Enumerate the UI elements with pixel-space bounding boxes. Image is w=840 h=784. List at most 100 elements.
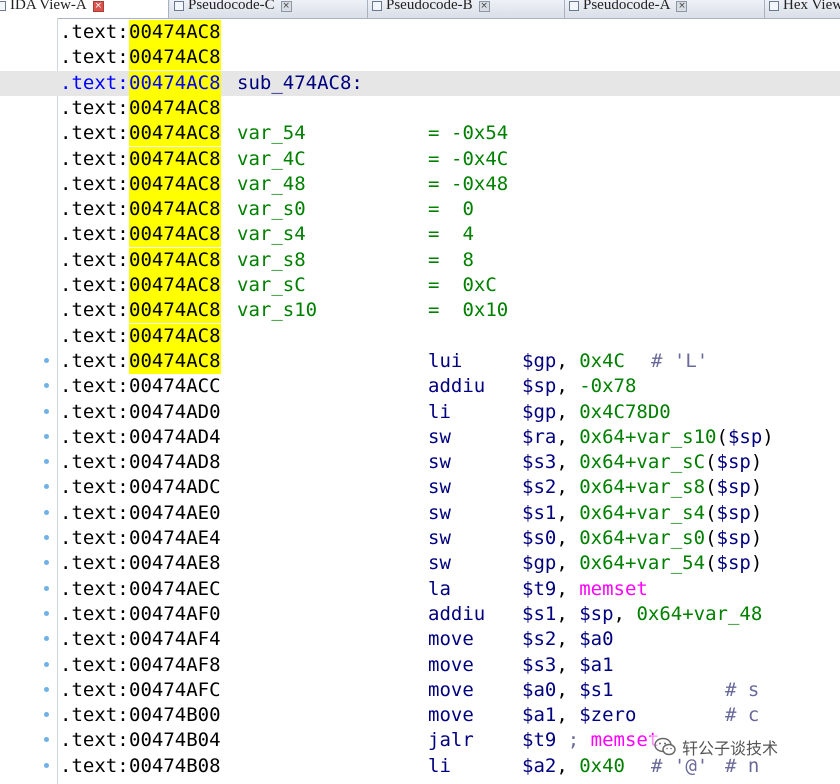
operand-punctuation[interactable]: ; xyxy=(556,729,590,751)
register-operand[interactable]: $s2 xyxy=(522,476,556,498)
address[interactable]: 00474AF0 xyxy=(129,602,221,627)
instruction-operands[interactable]: $s1, $sp, 0x64+var_48 xyxy=(522,602,762,627)
breakpoint-dot-icon[interactable] xyxy=(44,661,49,667)
listing-line[interactable]: .text: 00474AC8 var_54 = -0x54 xyxy=(0,121,840,147)
address[interactable]: 00474AC8 xyxy=(129,20,221,45)
instruction-operands[interactable]: $t9 ; memset xyxy=(522,728,659,753)
register-operand[interactable]: $sp xyxy=(717,476,751,498)
stack-var-name[interactable]: var_sC xyxy=(237,273,306,298)
instruction-operands[interactable]: $sp, -0x78 xyxy=(522,374,636,399)
stack-var-name[interactable]: var_4C xyxy=(237,147,306,172)
address[interactable]: 00474AF4 xyxy=(129,627,221,652)
instruction-mnemonic[interactable]: sw xyxy=(428,551,451,576)
register-operand[interactable]: $s3 xyxy=(522,451,556,473)
stack-var-name[interactable]: var_s10 xyxy=(237,298,317,323)
instruction-operands[interactable]: $ra, 0x64+var_s10($sp) xyxy=(522,425,774,450)
listing-line[interactable]: .text: 00474AC8 sub_474AC8: xyxy=(0,70,840,96)
address[interactable]: 00474AC8 xyxy=(129,95,221,121)
register-operand[interactable]: $s0 xyxy=(522,527,556,549)
register-operand[interactable]: $s1 xyxy=(522,603,556,625)
instruction-operands[interactable]: $a1, $zero xyxy=(522,703,636,728)
register-operand[interactable]: $ra xyxy=(522,426,556,448)
listing-line[interactable]: .text: 00474AC8 var_s0 = 0 xyxy=(0,197,840,223)
register-operand[interactable]: $zero xyxy=(579,704,636,726)
address[interactable]: 00474B04 xyxy=(129,728,221,753)
register-operand[interactable]: $t9 xyxy=(522,729,556,751)
register-operand[interactable]: $s2 xyxy=(522,628,556,650)
immediate-operand[interactable]: 0x40 xyxy=(579,755,625,777)
instruction-operands[interactable]: $s3, 0x64+var_sC($sp) xyxy=(522,450,762,475)
instruction-operands[interactable]: $s2, 0x64+var_s8($sp) xyxy=(522,475,762,500)
instruction-mnemonic[interactable]: la xyxy=(428,577,451,602)
instruction-mnemonic[interactable]: sw xyxy=(428,425,451,450)
listing-line[interactable]: .text: 00474AF8 move $s3, $a1 xyxy=(0,653,840,678)
register-operand[interactable]: $gp xyxy=(522,552,556,574)
register-operand[interactable]: $s1 xyxy=(522,502,556,524)
tab-pseudocode-b[interactable]: Pseudocode-B × xyxy=(368,0,565,18)
address[interactable]: 00474AC8 xyxy=(129,45,221,71)
register-operand[interactable]: $gp xyxy=(522,350,556,372)
register-operand[interactable]: $a1 xyxy=(579,654,613,676)
register-operand[interactable]: $a2 xyxy=(522,755,556,777)
instruction-operands[interactable]: $s3, $a1 xyxy=(522,653,614,678)
instruction-operands[interactable]: $s2, $a0 xyxy=(522,627,614,652)
immediate-operand[interactable]: 0x64+var_s8 xyxy=(579,476,705,498)
instruction-operands[interactable]: $gp, 0x4C78D0 xyxy=(522,400,671,425)
address[interactable]: 00474AC8 xyxy=(129,298,221,324)
function-label[interactable]: sub_474AC8: xyxy=(237,71,363,96)
listing-line[interactable]: .text: 00474AE8 sw $gp, 0x64+var_54($sp) xyxy=(0,551,840,576)
stack-var-name[interactable]: var_54 xyxy=(237,121,306,146)
listing-line[interactable]: .text: 00474AEC la $t9, memset xyxy=(0,577,840,602)
address[interactable]: 00474AC8 xyxy=(129,247,221,273)
listing-line[interactable]: .text: 00474AF4 move $s2, $a0 xyxy=(0,627,840,652)
address[interactable]: 00474AC8 xyxy=(129,146,221,172)
listing-line[interactable]: .text: 00474AC8 var_s8 = 8 xyxy=(0,247,840,273)
register-operand[interactable]: $a1 xyxy=(522,704,556,726)
breakpoint-dot-icon[interactable] xyxy=(44,484,49,490)
address[interactable]: 00474AF8 xyxy=(129,653,221,678)
instruction-operands[interactable]: $a2, 0x40 xyxy=(522,754,625,779)
listing-line[interactable]: .text: 00474AD0 li $gp, 0x4C78D0 xyxy=(0,400,840,425)
address[interactable]: 00474AFC xyxy=(129,678,221,703)
listing-line[interactable]: .text: 00474AC8 var_s4 = 4 xyxy=(0,222,840,248)
address[interactable]: 00474AC8 xyxy=(129,121,221,147)
register-operand[interactable]: $sp xyxy=(717,527,751,549)
address[interactable]: 00474AC8 xyxy=(129,70,221,96)
instruction-operands[interactable]: $gp, 0x4C xyxy=(522,349,625,374)
address[interactable]: 00474AEC xyxy=(129,577,221,602)
instruction-mnemonic[interactable]: move xyxy=(428,627,474,652)
tab-close-icon[interactable]: × xyxy=(676,0,688,12)
listing-line[interactable]: .text: 00474AC8 xyxy=(0,95,840,121)
instruction-mnemonic[interactable]: move xyxy=(428,678,474,703)
register-operand[interactable]: $s1 xyxy=(579,679,613,701)
listing-line[interactable]: .text: 00474ACC addiu $sp, -0x78 xyxy=(0,374,840,399)
instruction-mnemonic[interactable]: sw xyxy=(428,526,451,551)
breakpoint-dot-icon[interactable] xyxy=(44,509,49,515)
breakpoint-dot-icon[interactable] xyxy=(44,762,49,768)
register-operand[interactable]: $s3 xyxy=(522,654,556,676)
breakpoint-dot-icon[interactable] xyxy=(44,610,49,616)
immediate-operand[interactable]: 0x64+var_54 xyxy=(579,552,705,574)
address[interactable]: 00474AC8 xyxy=(129,197,221,223)
immediate-operand[interactable]: 0x64+var_s10 xyxy=(579,426,716,448)
register-operand[interactable]: $sp xyxy=(579,603,613,625)
address[interactable]: 00474AE4 xyxy=(129,526,221,551)
register-operand[interactable]: $sp xyxy=(522,375,556,397)
instruction-operands[interactable]: $gp, 0x64+var_54($sp) xyxy=(522,551,762,576)
address[interactable]: 00474AE8 xyxy=(129,551,221,576)
instruction-mnemonic[interactable]: li xyxy=(428,400,451,425)
instruction-mnemonic[interactable]: move xyxy=(428,653,474,678)
breakpoint-dot-icon[interactable] xyxy=(44,357,49,363)
instruction-mnemonic[interactable]: move xyxy=(428,703,474,728)
immediate-operand[interactable]: 0x64+var_sC xyxy=(579,451,705,473)
tab-close-icon[interactable]: × xyxy=(92,0,104,12)
immediate-operand[interactable]: 0x4C78D0 xyxy=(579,401,671,423)
listing-line[interactable]: .text: 00474AD8 sw $s3, 0x64+var_sC($sp) xyxy=(0,450,840,475)
register-operand[interactable]: $a0 xyxy=(522,679,556,701)
address[interactable]: 00474AD8 xyxy=(129,450,221,475)
register-operand[interactable]: $gp xyxy=(522,401,556,423)
breakpoint-dot-icon[interactable] xyxy=(44,737,49,743)
instruction-mnemonic[interactable]: addiu xyxy=(428,374,485,399)
breakpoint-dot-icon[interactable] xyxy=(44,686,49,692)
address[interactable]: 00474AC8 xyxy=(129,171,221,197)
